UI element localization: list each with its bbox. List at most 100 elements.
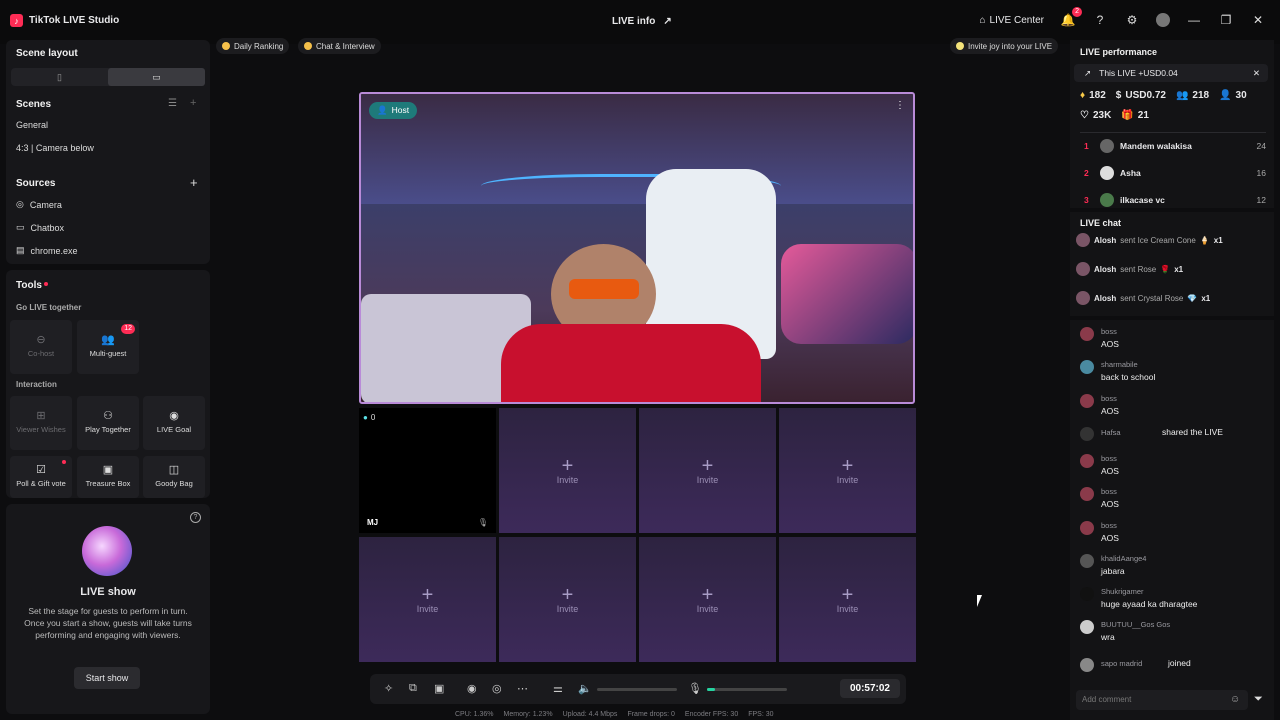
chat-user: sharmabile [1101,360,1138,369]
usd-value: USD0.72 [1125,90,1166,101]
tool-label: Co-host [27,349,55,358]
followers-stat: 👤 30 [1219,90,1247,101]
add-comment-input[interactable]: Add comment [1076,690,1248,710]
avatar [1080,487,1094,501]
source-item-chatbox[interactable]: ▭ Chatbox [16,222,64,233]
ranking-row[interactable]: 3 ilkacase vc 12 [1084,193,1266,207]
this-live-earnings[interactable]: ↗ This LIVE +USD0.04 ✕ [1074,64,1268,82]
gift-user: Alosh [1094,264,1117,274]
help-icon[interactable]: ? [1092,12,1108,28]
camera-switch-icon[interactable]: ◎ [492,682,502,695]
start-show-button[interactable]: Start show [74,667,140,689]
multiguest-button[interactable]: 12 👥 Multi-guest [77,320,139,374]
plus-icon: + [841,583,854,606]
disco-ball-icon [82,526,132,576]
scene-item[interactable]: 4:3 | Camera below [16,143,94,153]
plus-icon: + [421,583,434,606]
gift-user: Alosh [1094,293,1117,303]
goody-bag-button[interactable]: ◫ Goody Bag [143,456,205,498]
mic-slider[interactable] [707,688,787,691]
invite-slot[interactable]: + Invite [639,408,776,533]
sunglasses [569,279,639,299]
cpu-stat: CPU: 1.36% [455,711,494,718]
gift-row: Alosh sent Ice Cream Cone 🍦 x1 [1076,229,1276,251]
invite-slot[interactable]: + Invite [779,537,916,662]
rank-number: 1 [1084,141,1089,151]
close-icon[interactable]: ✕ [1253,68,1260,79]
microphone-icon[interactable]: 🎙 [688,682,702,695]
invite-slot[interactable]: + Invite [779,408,916,533]
notification-bell-icon[interactable]: 🔔 2 [1060,7,1082,28]
chat-interview-pill[interactable]: Chat & Interview [298,38,381,54]
more-icon[interactable]: ⋯ [517,682,528,695]
add-source-icon[interactable]: + [190,175,198,190]
viewers-value: 218 [1192,90,1210,101]
live-center-button[interactable]: ⌂ LIVE Center [979,15,1044,26]
user-avatar[interactable] [1156,13,1170,27]
treasure-box-button[interactable]: ▣ Treasure Box [77,456,139,498]
invite-slot[interactable]: + Invite [499,537,636,662]
list-icon[interactable]: ☰ [168,98,177,109]
add-scene-icon[interactable]: + [190,97,196,109]
plus-icon: + [701,583,714,606]
frame-drops-stat: Frame drops: 0 [627,711,675,718]
minimize-icon[interactable]: — [1186,12,1202,28]
gifters-value: 21 [1137,110,1149,121]
avatar [1100,193,1114,207]
chat-user: boss [1101,327,1117,336]
settings-gear-icon[interactable]: ⚙ [1124,12,1140,28]
invite-joy-pill[interactable]: Invite joy into your LIVE [950,38,1059,54]
cohost-button[interactable]: ⊖ Co-host [10,320,72,374]
maximize-icon[interactable]: ❐ [1218,12,1234,28]
rank-score: 12 [1256,195,1266,205]
emoji-icon[interactable]: ☺ [1230,694,1240,705]
guest-slot-mj[interactable]: ● 0 MJ 🎙 [359,408,496,533]
portrait-layout-button[interactable]: ▯ [11,68,108,86]
more-vertical-icon[interactable]: ⋮ [895,100,905,111]
live-goal-button[interactable]: ◉ LIVE Goal [143,396,205,450]
close-icon[interactable]: ✕ [1250,12,1266,28]
screen-icon[interactable]: ▣ [434,682,444,695]
stats-row-1: ♦ 182 $ USD0.72 👥 218 👤 30 [1080,90,1247,101]
daily-ranking-pill[interactable]: Daily Ranking [216,38,290,54]
ranking-row[interactable]: 1 Mandem walakisa 24 [1084,139,1266,153]
diamonds-stat: ♦ 182 [1080,90,1106,101]
help-icon[interactable]: ? [190,512,201,523]
camera-icon: ◎ [16,199,24,209]
invite-slot[interactable]: + Invite [499,408,636,533]
tools-alert-dot [44,282,48,286]
live-info-button[interactable]: LIVE info ↗ [612,16,672,27]
landscape-layout-button[interactable]: ▭ [108,68,205,86]
tool-label: LIVE Goal [156,425,192,434]
overlay-icon[interactable]: ⧉ [409,682,417,695]
add-user-icon: 👤 [1219,90,1232,101]
new-dot [62,460,66,464]
volume-slider[interactable] [597,688,677,691]
mic-icon[interactable]: 🎙 [478,518,488,527]
ranking-row[interactable]: 2 Asha 16 [1084,166,1266,180]
plus-icon: + [561,454,574,477]
chat-text: jabara [1101,566,1125,576]
magic-wand-icon[interactable]: ✧ [384,682,393,695]
avatar [1080,454,1094,468]
invite-slot[interactable]: + Invite [359,537,496,662]
record-icon[interactable]: ◉ [467,682,477,695]
speaker-icon[interactable]: 🔈 [578,682,592,695]
poll-gift-vote-button[interactable]: ☑ Poll & Gift vote [10,456,72,498]
trend-icon: ↗ [1084,67,1092,78]
source-item-chrome[interactable]: ▤ chrome.exe [16,245,78,256]
filter-icon[interactable]: ⏷ [1254,693,1263,706]
divider [1070,208,1274,212]
viewer-wishes-button[interactable]: ⊞ Viewer Wishes [10,396,72,450]
invite-slot[interactable]: + Invite [639,537,776,662]
invite-label: Invite [556,603,579,614]
live-performance-title: LIVE performance [1080,47,1158,57]
tool-label: Multi-guest [89,349,127,358]
person-icon: 👤 [377,105,388,115]
avatar [1100,166,1114,180]
play-together-button[interactable]: ⚇ Play Together [77,396,139,450]
scene-item[interactable]: General [16,120,48,130]
source-item-camera[interactable]: ◎ Camera [16,199,62,210]
gifters-stat: 🎁 21 [1121,110,1149,121]
adjust-icon[interactable]: ⚌ [553,682,563,695]
